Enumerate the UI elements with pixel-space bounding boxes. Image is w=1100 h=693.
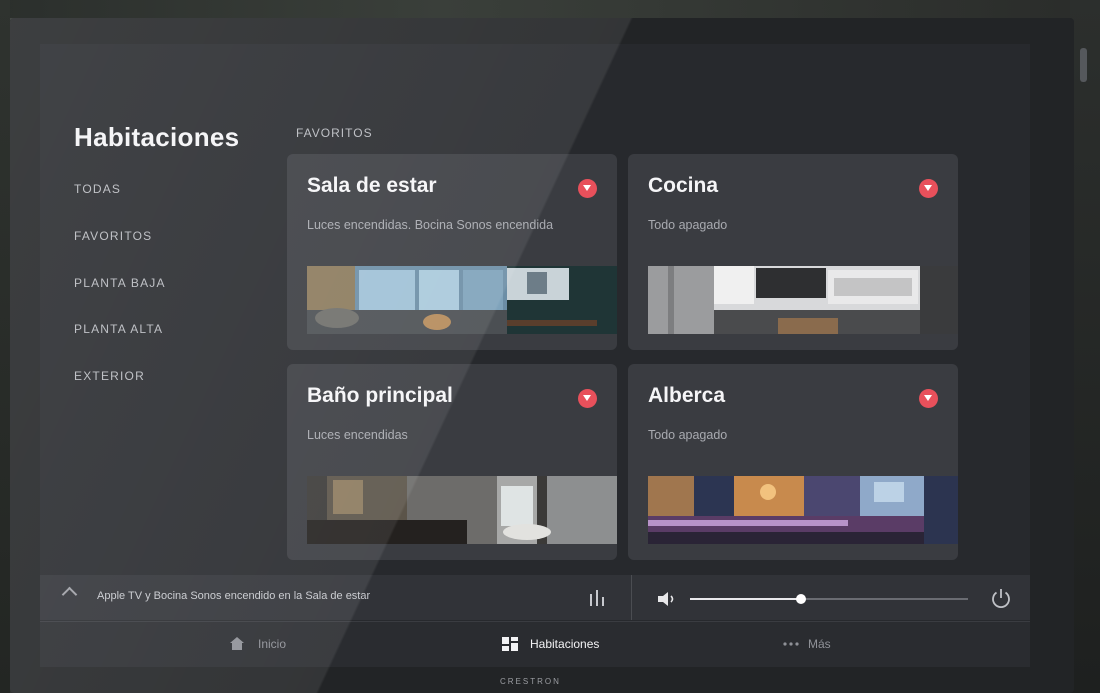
chevron-down-icon[interactable] (919, 389, 938, 408)
chevron-down-icon[interactable] (919, 179, 938, 198)
background-top (0, 0, 1100, 20)
chevron-down-icon[interactable] (578, 389, 597, 408)
room-status: Todo apagado (648, 218, 728, 232)
equalizer-icon[interactable] (588, 588, 608, 606)
sidebar-item-planta-alta[interactable]: PLANTA ALTA (74, 322, 163, 336)
now-playing-text[interactable]: Apple TV y Bocina Sonos encendido en la … (97, 590, 370, 602)
more-icon[interactable] (782, 641, 800, 647)
panel-side-button[interactable] (1080, 48, 1087, 82)
power-icon[interactable] (990, 587, 1012, 609)
sidebar-item-exterior[interactable]: EXTERIOR (74, 369, 145, 383)
room-card-cocina[interactable]: Cocina Todo apagado (628, 154, 958, 350)
volume-slider[interactable] (690, 594, 968, 604)
tab-inicio[interactable]: Inicio (258, 637, 286, 651)
room-card-bano-principal[interactable]: Baño principal Luces encendidas (287, 364, 617, 560)
page-title: Habitaciones (74, 122, 240, 152)
background-left (0, 0, 10, 693)
room-photo (648, 476, 958, 544)
room-status: Luces encendidas (307, 428, 408, 442)
room-card-alberca[interactable]: Alberca Todo apagado (628, 364, 958, 560)
room-card-sala-de-estar[interactable]: Sala de estar Luces encendidas. Bocina S… (287, 154, 617, 350)
sidebar-item-favoritos[interactable]: FAVORITOS (74, 229, 152, 243)
sidebar-item-planta-baja[interactable]: PLANTA BAJA (74, 276, 166, 290)
room-photo (648, 266, 958, 334)
volume-slider-fill (690, 598, 802, 600)
rooms-icon[interactable] (501, 636, 519, 652)
room-name: Baño principal (307, 384, 453, 407)
room-status: Luces encendidas. Bocina Sonos encendida (307, 218, 554, 232)
sidebar-item-todas[interactable]: TODAS (74, 182, 121, 196)
room-status: Todo apagado (648, 428, 728, 442)
room-name: Cocina (648, 174, 719, 197)
tab-mas[interactable]: Más (808, 637, 831, 651)
background-right (1070, 0, 1100, 693)
room-photo (307, 476, 617, 544)
volume-icon[interactable] (656, 590, 678, 608)
favorites-section-label: FAVORITOS (296, 126, 373, 140)
bar-divider (631, 575, 632, 620)
tab-habitaciones[interactable]: Habitaciones (530, 637, 599, 651)
home-icon[interactable] (229, 636, 245, 651)
chevron-down-icon[interactable] (578, 179, 597, 198)
brand-logo: CRESTRON (500, 677, 561, 686)
room-photo (307, 266, 617, 334)
room-name: Sala de estar (307, 174, 437, 197)
room-name: Alberca (648, 384, 726, 407)
